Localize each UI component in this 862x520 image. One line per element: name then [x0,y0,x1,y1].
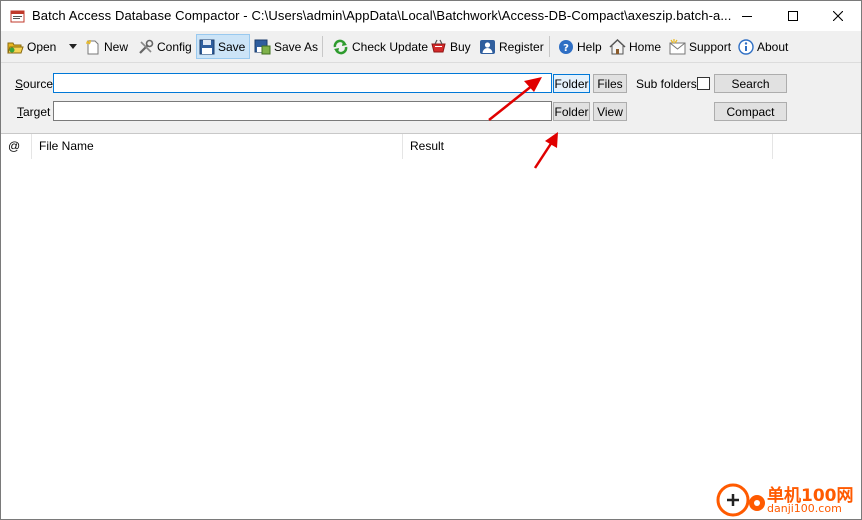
svg-text:?: ? [563,43,569,54]
toolbar-separator [549,36,550,57]
column-header-result[interactable]: Result [403,134,773,159]
target-path-input[interactable] [53,101,552,121]
toolbar-separator [322,36,323,57]
source-folder-button[interactable]: Folder [553,74,590,93]
home-button[interactable]: Home [609,34,661,59]
column-header-file-name[interactable]: File Name [32,134,403,159]
path-settings-panel: Source Folder Files Sub folders Search T… [1,63,861,134]
shopping-basket-icon [431,39,446,52]
watermark-url: danji100.com [767,502,842,515]
config-button[interactable]: Config [138,34,192,59]
save-as-icon [254,39,271,54]
window-title: Batch Access Database Compactor - C:\Use… [32,8,732,23]
subfolders-label: Sub folders [636,77,697,91]
minimize-icon [741,16,752,17]
register-button[interactable]: Register [479,34,544,59]
open-button[interactable]: Open [7,34,56,59]
maximize-icon [787,11,798,21]
check-update-label: Check Update [352,39,429,54]
open-dropdown-arrow-icon[interactable] [69,44,77,49]
support-label: Support [689,39,732,54]
file-list-header: @ File Name Result [1,134,861,159]
close-icon [832,11,843,21]
minimize-button[interactable] [724,1,769,31]
save-as-label: Save As [274,39,319,54]
compact-button[interactable]: Compact [714,102,787,121]
check-update-button[interactable]: Check Update [332,34,428,59]
support-button[interactable]: Support [669,34,731,59]
subfolders-checkbox[interactable] [697,77,710,90]
target-view-button[interactable]: View [593,102,627,121]
help-button[interactable]: ? Help [558,34,602,59]
source-files-button[interactable]: Files [593,74,627,93]
watermark: 单机100网 danji100.com [714,479,861,519]
tools-icon [139,39,154,54]
target-folder-button[interactable]: Folder [553,102,590,121]
new-button[interactable]: New [85,34,128,59]
target-label: Target [17,105,51,119]
home-icon [609,38,626,54]
info-icon [738,38,754,55]
save-label: Save [218,39,246,54]
new-file-icon [86,39,99,54]
open-label: Open [27,39,57,54]
search-button[interactable]: Search [714,74,787,93]
about-label: About [757,39,789,54]
save-as-button[interactable]: Save As [254,34,318,59]
folder-open-icon [7,42,24,53]
toolbar: Open New Config Save Save As Check Updat… [1,31,861,63]
floppy-disk-icon [199,39,215,54]
column-header-at[interactable]: @ [1,134,32,159]
source-label: Source [15,77,54,91]
support-mail-icon [669,38,686,54]
home-label: Home [629,39,662,54]
source-path-input[interactable] [53,73,552,93]
title-bar: Batch Access Database Compactor - C:\Use… [1,1,861,31]
file-list[interactable] [1,159,861,519]
refresh-update-icon [333,39,348,54]
app-icon [10,10,25,23]
config-label: Config [157,39,192,54]
maximize-button[interactable] [770,1,815,31]
help-icon: ? [559,39,573,54]
close-button[interactable] [815,1,860,31]
register-label: Register [499,39,544,54]
app-window: Batch Access Database Compactor - C:\Use… [0,0,862,520]
buy-button[interactable]: Buy [430,34,471,59]
help-label: Help [577,39,602,54]
new-label: New [104,39,129,54]
register-user-icon [480,39,495,54]
save-button[interactable]: Save [196,34,250,59]
about-button[interactable]: About [738,34,788,59]
watermark-logo-icon [716,483,765,517]
buy-label: Buy [450,39,471,54]
